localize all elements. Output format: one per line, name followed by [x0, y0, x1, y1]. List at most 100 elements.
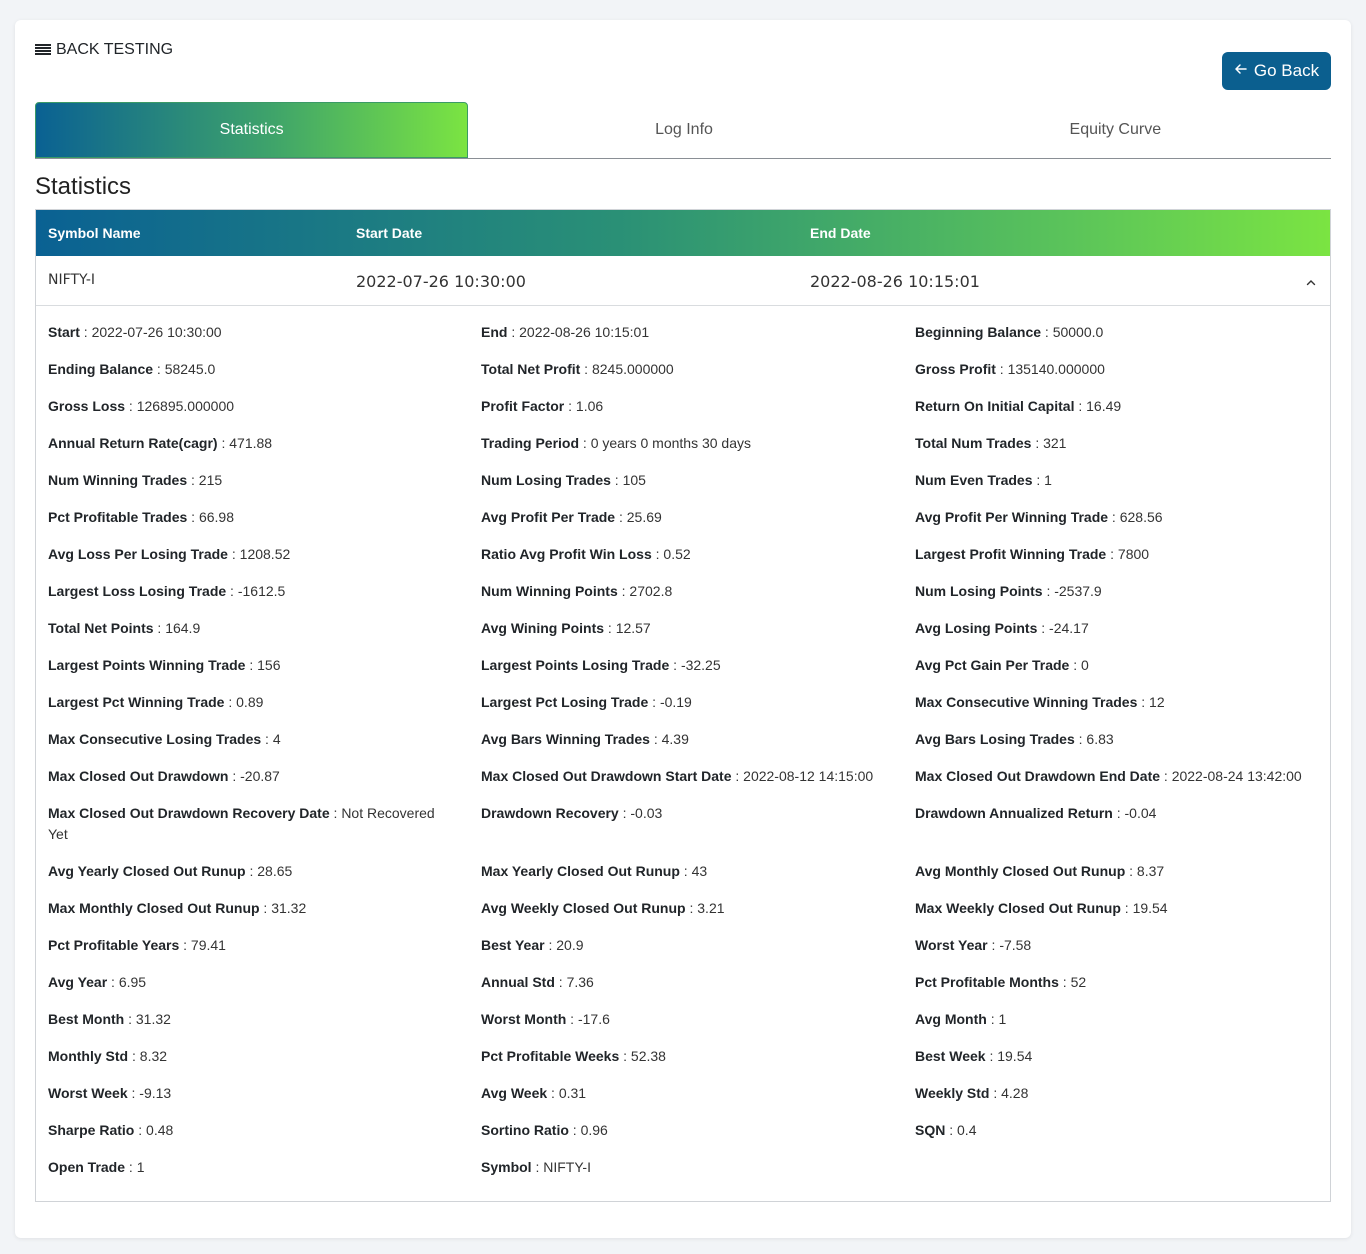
stat-label: End [481, 324, 508, 340]
stat-item: Total Net Points : 164.9 [48, 618, 448, 639]
stat-separator: : [125, 1159, 137, 1175]
stat-label: Annual Std [481, 974, 555, 990]
stat-value: -2537.9 [1054, 583, 1102, 599]
stat-separator: : [226, 583, 238, 599]
stat-value: 50000.0 [1052, 324, 1104, 340]
stat-label: Largest Pct Losing Trade [481, 694, 649, 710]
stat-value: 12.57 [615, 620, 651, 636]
stat-value: -0.03 [630, 805, 663, 821]
stat-value: 0.96 [580, 1122, 608, 1138]
stat-separator: : [134, 1122, 147, 1138]
stat-value: -32.25 [680, 657, 721, 673]
stat-item: Largest Profit Winning Trade : 7800 [915, 544, 1315, 565]
stat-label: Drawdown Recovery [481, 805, 619, 821]
stat-item: Gross Loss : 126895.000000 [48, 396, 448, 417]
stat-item: Start : 2022-07-26 10:30:00 [48, 322, 448, 343]
tab-statistics[interactable]: Statistics [35, 102, 469, 158]
stat-label: Max Weekly Closed Out Runup [915, 900, 1121, 916]
stat-value: -1612.5 [237, 583, 286, 599]
stat-value: 31.32 [135, 1011, 171, 1027]
stat-separator: : [544, 937, 557, 953]
stat-separator: : [985, 1048, 998, 1064]
stat-value: -20.87 [240, 768, 280, 784]
go-back-button[interactable]: Go Back [1222, 52, 1331, 90]
stat-separator: : [124, 1011, 136, 1027]
stat-item: Num Losing Trades : 105 [481, 470, 881, 491]
stat-label: Num Winning Trades [48, 472, 188, 488]
stat-item: Avg Week : 0.31 [481, 1083, 881, 1104]
stat-separator: : [648, 694, 660, 710]
stat-item: Best Week : 19.54 [915, 1046, 1315, 1067]
col-symbol-name: Symbol Name [48, 225, 141, 241]
stat-separator: : [1137, 694, 1150, 710]
stat-separator: : [945, 1122, 958, 1138]
stat-value: 12 [1149, 694, 1165, 710]
stat-separator: : [1160, 768, 1172, 784]
stat-separator: : [679, 863, 692, 879]
stat-item: Avg Profit Per Winning Trade : 628.56 [915, 507, 1315, 528]
stat-separator: : [619, 1048, 631, 1064]
stat-item: Best Year : 20.9 [481, 935, 881, 956]
stat-value: 52.38 [630, 1048, 666, 1064]
stat-label: Largest Points Losing Trade [481, 657, 670, 673]
stat-item: Worst Year : -7.58 [915, 935, 1315, 956]
stat-label: Avg Week [481, 1085, 548, 1101]
stat-separator: : [618, 805, 631, 821]
stat-item: Avg Losing Points : -24.17 [915, 618, 1315, 639]
stat-label: Max Closed Out Drawdown Recovery Date [48, 805, 330, 821]
stat-value: 3.21 [697, 900, 725, 916]
stat-separator: : [579, 435, 591, 451]
stat-label: Best Month [48, 1011, 125, 1027]
stat-item: Num Winning Points : 2702.8 [481, 581, 881, 602]
stat-label: Ratio Avg Profit Win Loss [481, 546, 652, 562]
stat-separator: : [531, 1159, 544, 1175]
stat-item: Avg Bars Losing Trades : 6.83 [915, 729, 1315, 750]
stat-item: Sortino Ratio : 0.96 [481, 1120, 881, 1141]
stat-separator: : [580, 361, 592, 377]
stat-item: Pct Profitable Trades : 66.98 [48, 507, 448, 528]
stat-label: Trading Period [481, 435, 580, 451]
stat-separator: : [107, 974, 119, 990]
chevron-up-icon[interactable] [1306, 273, 1316, 286]
stat-value: 79.41 [190, 937, 226, 953]
stat-separator: : [610, 472, 623, 488]
stat-item: Num Winning Trades : 215 [48, 470, 448, 491]
stat-separator: : [259, 900, 272, 916]
stat-value: 105 [622, 472, 646, 488]
stat-label: Max Consecutive Winning Trades [915, 694, 1138, 710]
table-row[interactable]: NIFTY-I 2022-07-26 10:30:00 2022-08-26 1… [36, 256, 1330, 306]
stat-item: Avg Loss Per Losing Trade : 1208.52 [48, 544, 448, 565]
stat-separator: : [261, 731, 273, 747]
tab-equity-curve[interactable]: Equity Curve [900, 102, 1331, 158]
stat-value: 135140.000000 [1007, 361, 1105, 377]
stat-value: -0.04 [1124, 805, 1157, 821]
stat-value: 66.98 [198, 509, 234, 525]
stat-value: 4.39 [661, 731, 689, 747]
stat-separator: : [187, 509, 199, 525]
stat-separator: : [564, 398, 576, 414]
stat-separator: : [604, 620, 616, 636]
stat-label: Annual Return Rate(cagr) [48, 435, 218, 451]
stat-separator: : [568, 1122, 581, 1138]
tab-log-info[interactable]: Log Info [468, 102, 899, 158]
stat-label: SQN [915, 1122, 946, 1138]
stat-label: Total Net Points [48, 620, 154, 636]
stat-item: Worst Week : -9.13 [48, 1083, 448, 1104]
stat-label: Avg Profit Per Trade [481, 509, 616, 525]
stat-label: Largest Pct Winning Trade [48, 694, 225, 710]
stat-value: 25.69 [626, 509, 662, 525]
stat-item: Open Trade : 1 [48, 1157, 448, 1178]
stat-item: Annual Std : 7.36 [481, 972, 881, 993]
stat-separator: : [127, 1085, 140, 1101]
stat-separator: : [987, 937, 1000, 953]
stat-separator: : [1108, 509, 1120, 525]
stat-label: Worst Year [915, 937, 988, 953]
stat-value: 1 [136, 1159, 145, 1175]
stat-separator: : [1058, 974, 1071, 990]
stat-label: Avg Losing Points [915, 620, 1038, 636]
stat-label: Largest Profit Winning Trade [915, 546, 1107, 562]
stat-value: 31.32 [271, 900, 307, 916]
symbol-cell: NIFTY-I [48, 272, 96, 288]
stat-item: Gross Profit : 135140.000000 [915, 359, 1315, 380]
stat-separator: : [617, 583, 630, 599]
